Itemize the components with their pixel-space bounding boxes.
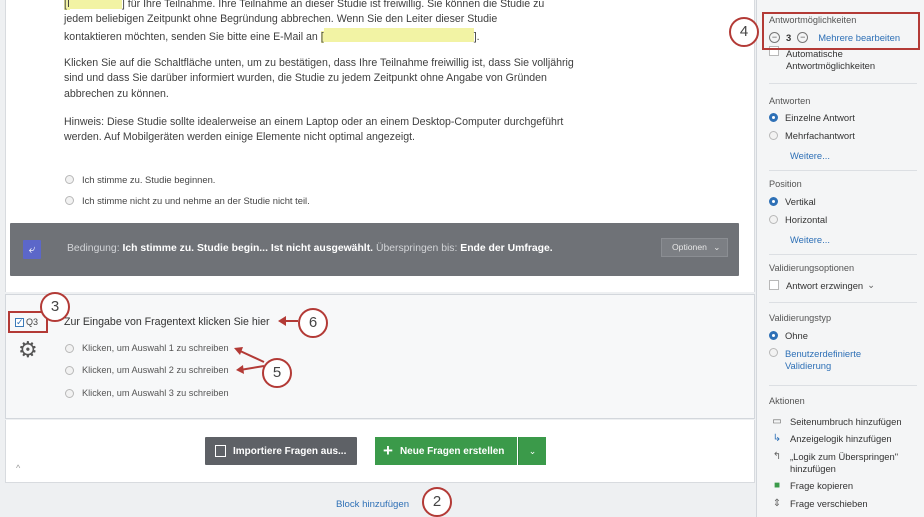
redacted-email xyxy=(323,27,474,42)
radio-icon xyxy=(65,175,74,184)
more-answers-link[interactable]: Weitere... xyxy=(790,150,830,161)
radio-icon xyxy=(65,388,74,398)
divider xyxy=(769,302,917,303)
auto-choices-option[interactable]: Automatische Antwortmöglichkeiten xyxy=(769,46,896,72)
radio-icon xyxy=(65,365,74,375)
options-dropdown[interactable]: Optionen ⌄ xyxy=(661,238,728,257)
intro-paragraph-3: Hinweis: Diese Studie sollte idealerweis… xyxy=(64,116,564,144)
callout-6: 6 xyxy=(298,308,328,338)
section-title-actions: Aktionen xyxy=(769,396,805,406)
choice-2[interactable]: Klicken, um Auswahl 2 zu schreiben xyxy=(65,365,229,375)
new-question-dropdown[interactable]: ⌄ xyxy=(518,437,546,465)
chevron-down-icon: ⌄ xyxy=(528,446,537,456)
section-title-answers: Antworten xyxy=(769,96,811,106)
radio-icon xyxy=(769,131,778,140)
radio-icon xyxy=(769,348,778,357)
skip-logic-text: Bedingung: Ich stimme zu. Studie begin..… xyxy=(67,243,553,254)
chevron-down-icon: ⌄ xyxy=(713,242,721,252)
skip-logic-bar[interactable]: ⤶ Bedingung: Ich stimme zu. Studie begin… xyxy=(10,223,739,276)
section-title-position: Position xyxy=(769,179,802,189)
question-q3-block[interactable]: ✓ Q3 ⚙ Zur Eingabe von Fragentext klicke… xyxy=(5,294,755,419)
radio-icon xyxy=(65,343,74,353)
highlight-box-choices xyxy=(762,12,920,50)
more-position-link[interactable]: Weitere... xyxy=(790,234,830,245)
divider xyxy=(769,170,917,171)
radio-icon xyxy=(65,196,74,205)
arrow-icon xyxy=(234,347,265,374)
action-skip-logic[interactable]: ↰ „Logik zum Überspringen" hinzufügen xyxy=(771,451,910,475)
intro-paragraph-2: Klicken Sie auf die Schaltfläche unten, … xyxy=(64,57,574,100)
skip-logic-icon: ⤶ xyxy=(23,240,41,259)
radio-icon xyxy=(769,215,778,224)
validation-custom[interactable]: Benutzerdefinierte Validierung xyxy=(769,348,880,372)
force-response-option[interactable]: Antwort erzwingen ⌄ xyxy=(769,279,875,291)
copy-icon: ■ xyxy=(773,480,781,491)
divider xyxy=(769,254,917,255)
copy-icon xyxy=(215,445,226,457)
intro-paragraph-1: [I] für Ihre Teilnahme. Ihre Teilnahme a… xyxy=(64,0,584,45)
move-icon: ⇕ xyxy=(772,498,782,509)
callout-5: 5 xyxy=(262,358,292,388)
redacted-text xyxy=(69,0,122,9)
question-text[interactable]: Zur Eingabe von Fragentext klicken Sie h… xyxy=(64,316,270,328)
question-settings-panel: Antwortmöglichkeiten − 3 − Mehrere bearb… xyxy=(729,0,924,517)
position-vertical[interactable]: Vertikal xyxy=(769,196,816,207)
survey-canvas: [I] für Ihre Teilnahme. Ihre Teilnahme a… xyxy=(0,0,756,517)
radio-selected-icon xyxy=(769,113,778,122)
import-questions-button[interactable]: Importiere Fragen aus... xyxy=(205,437,357,465)
plus-icon: + xyxy=(383,441,393,460)
answer-single[interactable]: Einzelne Antwort xyxy=(769,112,855,123)
display-logic-icon: ↳ xyxy=(772,433,782,444)
choice-disagree[interactable]: Ich stimme nicht zu und nehme an der Stu… xyxy=(65,195,310,206)
divider xyxy=(769,83,917,84)
action-move-question[interactable]: ⇕ Frage verschieben xyxy=(771,498,868,510)
callout-2: 2 xyxy=(422,487,452,517)
action-display-logic[interactable]: ↳ Anzeigelogik hinzufügen xyxy=(771,433,892,445)
chevron-down-icon[interactable]: ⌄ xyxy=(867,279,875,291)
section-title-validation-type: Validierungstyp xyxy=(769,313,832,323)
choice-1[interactable]: Klicken, um Auswahl 1 zu schreiben xyxy=(65,343,229,353)
skip-logic-icon: ↰ xyxy=(772,451,782,462)
callout-4: 4 xyxy=(729,17,759,47)
choice-3[interactable]: Klicken, um Auswahl 3 zu schreiben xyxy=(65,388,229,398)
gear-icon[interactable]: ⚙ xyxy=(18,337,38,363)
section-title-validation: Validierungsoptionen xyxy=(769,263,855,273)
answer-multi[interactable]: Mehrfachantwort xyxy=(769,130,855,141)
action-page-break[interactable]: ▭ Seitenumbruch hinzufügen xyxy=(771,416,901,428)
block-actions: Importiere Fragen aus... + Neue Fragen e… xyxy=(5,420,755,483)
choice-agree[interactable]: Ich stimme zu. Studie beginnen. xyxy=(65,174,215,185)
checkbox-icon xyxy=(769,280,779,290)
callout-3: 3 xyxy=(40,292,70,322)
action-copy-question[interactable]: ■ Frage kopieren xyxy=(771,480,853,492)
radio-selected-icon xyxy=(769,331,778,340)
arrow-icon xyxy=(278,316,298,326)
collapse-block-icon[interactable]: ^ xyxy=(16,463,20,473)
position-horizontal[interactable]: Horizontal xyxy=(769,214,827,225)
page-break-icon: ▭ xyxy=(772,416,782,427)
add-block-link[interactable]: Block hinzufügen xyxy=(336,499,409,510)
validation-none[interactable]: Ohne xyxy=(769,330,808,341)
divider xyxy=(769,385,917,386)
new-question-button[interactable]: + Neue Fragen erstellen xyxy=(375,437,517,465)
radio-selected-icon xyxy=(769,197,778,206)
